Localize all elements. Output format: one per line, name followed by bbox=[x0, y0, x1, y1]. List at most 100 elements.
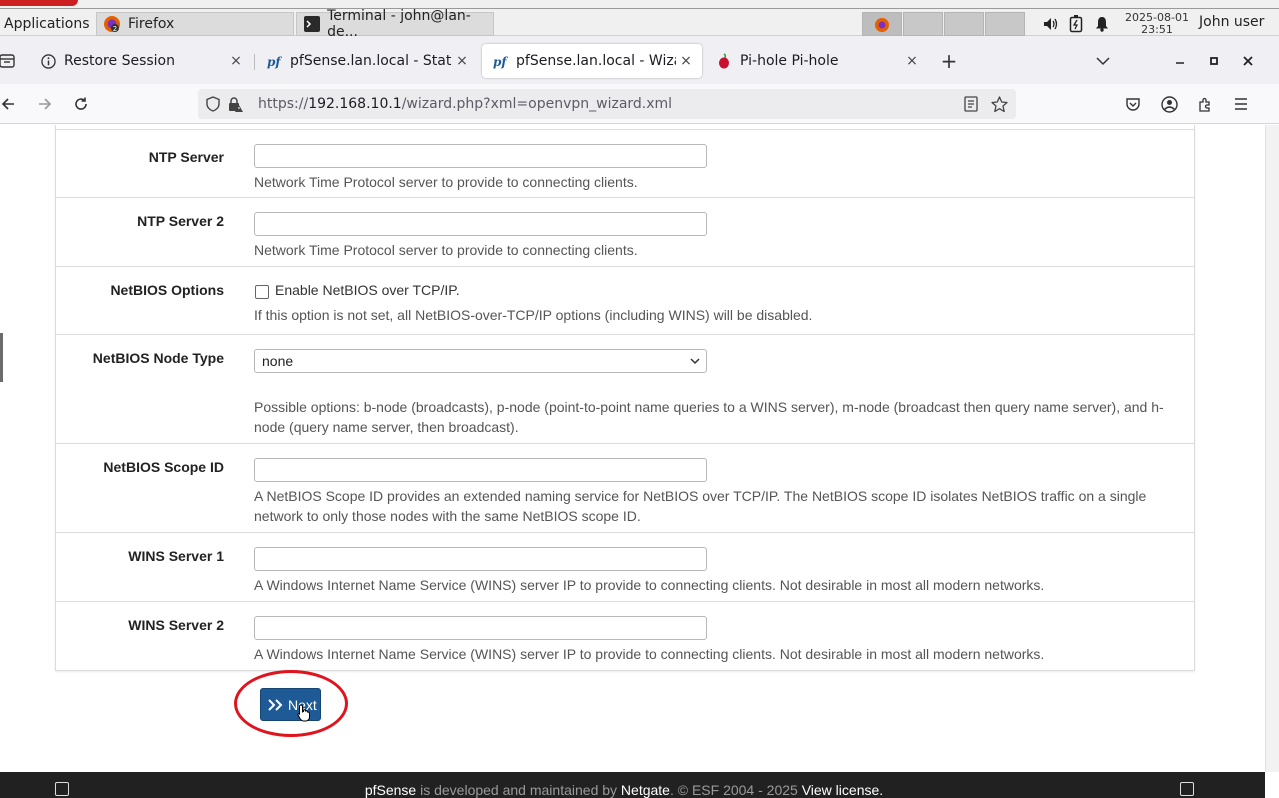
ntp-server-2-label: NTP Server 2 bbox=[137, 213, 224, 229]
url-text: https://192.168.10.1/wizard.php?xml=open… bbox=[258, 96, 672, 112]
new-tab-button[interactable]: + bbox=[938, 49, 960, 73]
close-icon[interactable]: × bbox=[902, 53, 922, 69]
left-edge-marker bbox=[0, 333, 3, 382]
wins-server-2-input[interactable] bbox=[254, 616, 707, 640]
clock-time: 23:51 bbox=[1141, 23, 1173, 36]
url-scheme: https:// bbox=[258, 96, 309, 112]
task-terminal[interactable]: Terminal - john@lan-de... bbox=[296, 8, 494, 40]
footer-text-1: is developed and maintained by bbox=[416, 782, 621, 798]
close-icon[interactable]: × bbox=[226, 53, 246, 69]
tab-pihole[interactable]: Pi-hole Pi-hole × bbox=[706, 44, 928, 78]
clock[interactable]: 2025-08-01 23:51 bbox=[1124, 12, 1190, 36]
netbios-scope-id-input[interactable] bbox=[254, 458, 707, 482]
tab-label: pfSense.lan.local - Status bbox=[290, 53, 452, 69]
wins-server-1-help: A Windows Internet Name Service (WINS) s… bbox=[254, 577, 1045, 593]
netbios-node-type-help: Possible options: b-node (broadcasts), p… bbox=[254, 399, 1164, 435]
page-content: NTP Server Network Time Protocol server … bbox=[0, 125, 1265, 772]
footer-text: pfSense is developed and maintained by N… bbox=[0, 782, 1248, 798]
url-host: 192.168.10.1 bbox=[308, 96, 402, 112]
notification-bell-icon[interactable] bbox=[1093, 15, 1111, 33]
workspace-1[interactable] bbox=[862, 12, 902, 36]
workspace-3[interactable] bbox=[944, 12, 984, 36]
tab-label: Pi-hole Pi-hole bbox=[740, 53, 839, 69]
page-footer: pfSense is developed and maintained by N… bbox=[0, 772, 1265, 798]
url-bar[interactable]: https://192.168.10.1/wizard.php?xml=open… bbox=[198, 89, 1016, 119]
firefox-view-icon[interactable] bbox=[0, 50, 18, 72]
chevron-down-icon bbox=[688, 353, 702, 369]
account-icon[interactable] bbox=[1157, 92, 1181, 116]
svg-text:pf: pf bbox=[493, 55, 508, 69]
next-button[interactable]: Next bbox=[260, 688, 321, 721]
tab-restore-session[interactable]: Restore Session × bbox=[30, 44, 252, 78]
navigation-toolbar: https://192.168.10.1/wizard.php?xml=open… bbox=[0, 84, 1279, 124]
pocket-icon[interactable] bbox=[1121, 92, 1145, 116]
tab-divider bbox=[254, 54, 255, 70]
ntp-server-2-help: Network Time Protocol server to provide … bbox=[254, 242, 638, 258]
workspace-2[interactable] bbox=[903, 12, 943, 36]
hamburger-menu-icon[interactable] bbox=[1229, 92, 1253, 116]
forward-arrow-icon[interactable] bbox=[33, 92, 57, 116]
reload-icon[interactable] bbox=[69, 92, 93, 116]
maximize-icon[interactable] bbox=[1203, 50, 1225, 72]
tab-label: Restore Session bbox=[64, 53, 175, 69]
terminal-icon bbox=[303, 15, 320, 33]
wins-server-1-input[interactable] bbox=[254, 547, 707, 571]
reader-view-icon[interactable] bbox=[962, 95, 980, 113]
task-firefox-label: Firefox bbox=[128, 16, 175, 32]
user-menu[interactable]: John user bbox=[1199, 14, 1264, 30]
tab-pfsense-status[interactable]: pf pfSense.lan.local - Status × bbox=[256, 44, 478, 78]
wins-server-2-label: WINS Server 2 bbox=[128, 617, 224, 633]
footer-license-link[interactable]: View license. bbox=[802, 782, 883, 798]
netbios-options-label: NetBIOS Options bbox=[110, 282, 224, 298]
row-ntp-server: NTP Server Network Time Protocol server … bbox=[56, 129, 1194, 198]
ntp-server-2-input[interactable] bbox=[254, 212, 707, 236]
pfsense-icon: pf bbox=[266, 53, 282, 69]
footer-right-icon[interactable] bbox=[1180, 782, 1194, 796]
footer-company-link[interactable]: Netgate bbox=[621, 782, 670, 798]
ntp-server-help: Network Time Protocol server to provide … bbox=[254, 174, 638, 190]
footer-brand-link[interactable]: pfSense bbox=[365, 782, 416, 798]
netbios-options-help: If this option is not set, all NetBIOS-o… bbox=[254, 307, 813, 323]
close-icon[interactable]: × bbox=[676, 53, 696, 69]
workspace-4[interactable] bbox=[985, 12, 1025, 36]
tab-label: pfSense.lan.local - Wizard bbox=[516, 53, 676, 69]
browser-tab-bar: Restore Session × pf pfSense.lan.local -… bbox=[0, 36, 1279, 84]
applications-menu[interactable]: Applications ⋮ bbox=[0, 12, 104, 36]
task-firefox[interactable]: 2 Firefox bbox=[96, 12, 294, 36]
shield-icon[interactable] bbox=[204, 95, 222, 113]
window-close-icon[interactable] bbox=[1237, 50, 1259, 72]
netbios-node-type-select[interactable]: none bbox=[254, 349, 707, 373]
extensions-icon[interactable] bbox=[1193, 92, 1217, 116]
double-chevron-right-icon bbox=[267, 698, 284, 712]
panel-divider bbox=[0, 8, 1279, 9]
svg-text:pf: pf bbox=[267, 55, 282, 69]
netbios-node-type-value: none bbox=[262, 353, 294, 369]
volume-icon[interactable] bbox=[1041, 15, 1059, 33]
openvpn-wizard-form: NTP Server Network Time Protocol server … bbox=[55, 125, 1195, 671]
os-top-panel: Applications ⋮ 2 Firefox Terminal - john… bbox=[0, 0, 1279, 40]
footer-text-2: . © ESF 2004 - 2025 bbox=[669, 782, 802, 798]
netbios-scope-id-help: A NetBIOS Scope ID provides an extended … bbox=[254, 488, 1147, 524]
row-netbios-node-type: NetBIOS Node Type none Possible options:… bbox=[56, 334, 1194, 443]
lock-warning-icon[interactable] bbox=[226, 95, 244, 113]
battery-icon[interactable] bbox=[1067, 15, 1085, 33]
row-wins-server-1: WINS Server 1 A Windows Internet Name Se… bbox=[56, 532, 1194, 601]
page-scrollbar[interactable] bbox=[1265, 125, 1279, 772]
panel-accent bbox=[0, 0, 78, 6]
pihole-icon bbox=[716, 53, 732, 69]
applications-label: Applications bbox=[4, 16, 90, 32]
ntp-server-input[interactable] bbox=[254, 144, 707, 168]
wins-server-2-help: A Windows Internet Name Service (WINS) s… bbox=[254, 646, 1045, 662]
netbios-enable-label[interactable]: Enable NetBIOS over TCP/IP. bbox=[275, 282, 460, 298]
tab-pfsense-wizard[interactable]: pf pfSense.lan.local - Wizard × bbox=[482, 44, 702, 78]
pfsense-icon: pf bbox=[492, 53, 508, 69]
back-arrow-icon[interactable] bbox=[0, 92, 20, 116]
ntp-server-label: NTP Server bbox=[148, 149, 224, 165]
minimize-icon[interactable] bbox=[1169, 50, 1191, 72]
netbios-enable-checkbox[interactable] bbox=[255, 285, 269, 299]
close-icon[interactable]: × bbox=[452, 53, 472, 69]
hand-cursor-icon bbox=[297, 704, 311, 722]
list-all-tabs-icon[interactable] bbox=[1092, 50, 1114, 72]
bookmark-star-icon[interactable] bbox=[990, 95, 1008, 113]
row-ntp-server-2: NTP Server 2 Network Time Protocol serve… bbox=[56, 197, 1194, 266]
